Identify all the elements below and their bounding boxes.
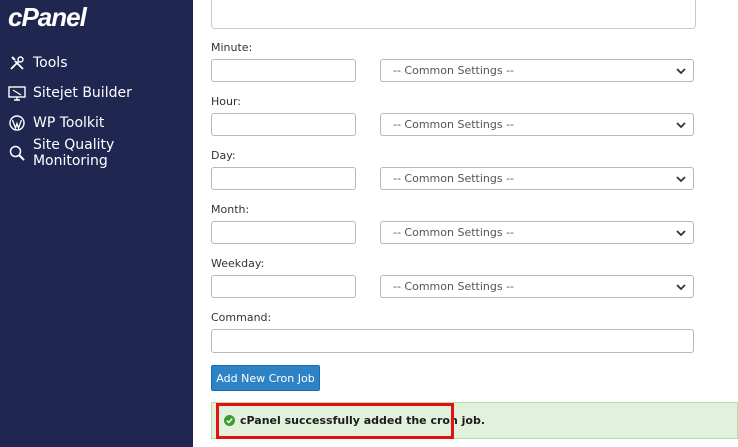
select-value: -- Common Settings -- bbox=[393, 172, 515, 185]
chevron-down-icon bbox=[676, 175, 686, 182]
hour-label: Hour: bbox=[211, 95, 242, 108]
select-value: -- Common Settings -- bbox=[393, 64, 515, 77]
chevron-down-icon bbox=[676, 229, 686, 236]
command-label: Command: bbox=[211, 311, 272, 324]
select-value: -- Common Settings -- bbox=[393, 118, 515, 131]
weekday-common-settings-select[interactable]: -- Common Settings -- bbox=[380, 275, 694, 298]
add-new-cron-job-button[interactable]: Add New Cron Job bbox=[211, 365, 320, 391]
weekday-label: Weekday: bbox=[211, 257, 265, 270]
sidebar-item-wp-toolkit[interactable]: WP Toolkit bbox=[0, 110, 193, 136]
select-value: -- Common Settings -- bbox=[393, 280, 515, 293]
minute-input[interactable] bbox=[211, 59, 356, 82]
hour-common-settings-select[interactable]: -- Common Settings -- bbox=[380, 113, 694, 136]
sidebar-item-label: WP Toolkit bbox=[33, 115, 105, 131]
hour-input[interactable] bbox=[211, 113, 356, 136]
sidebar: cPanel Tools Sitejet Builder WP Toolkit … bbox=[0, 0, 193, 447]
day-label: Day: bbox=[211, 149, 236, 162]
minute-label: Minute: bbox=[211, 41, 253, 54]
weekday-input[interactable] bbox=[211, 275, 356, 298]
previous-section-box bbox=[211, 0, 696, 29]
chevron-down-icon bbox=[676, 121, 686, 128]
wordpress-icon bbox=[8, 114, 26, 132]
chevron-down-icon bbox=[676, 283, 686, 290]
select-value: -- Common Settings -- bbox=[393, 226, 515, 239]
sidebar-item-label: Sitejet Builder bbox=[33, 85, 132, 101]
sidebar-item-site-quality-monitoring[interactable]: Site Quality Monitoring bbox=[0, 137, 193, 169]
sidebar-item-label: Site Quality Monitoring bbox=[32, 137, 115, 169]
day-input[interactable] bbox=[211, 167, 356, 190]
day-common-settings-select[interactable]: -- Common Settings -- bbox=[380, 167, 694, 190]
command-input[interactable] bbox=[211, 329, 694, 353]
month-common-settings-select[interactable]: -- Common Settings -- bbox=[380, 221, 694, 244]
sidebar-item-tools[interactable]: Tools bbox=[0, 50, 193, 76]
tools-icon bbox=[8, 54, 26, 72]
minute-common-settings-select[interactable]: -- Common Settings -- bbox=[380, 59, 694, 82]
sidebar-item-label: Tools bbox=[33, 55, 68, 71]
sitejet-icon bbox=[8, 84, 26, 102]
sidebar-item-sitejet-builder[interactable]: Sitejet Builder bbox=[0, 80, 193, 106]
chevron-down-icon bbox=[676, 67, 686, 74]
month-label: Month: bbox=[211, 203, 250, 216]
month-input[interactable] bbox=[211, 221, 356, 244]
magnifier-icon bbox=[8, 144, 26, 162]
red-highlight-annotation bbox=[216, 403, 454, 439]
cpanel-logo[interactable]: cPanel bbox=[8, 2, 87, 33]
